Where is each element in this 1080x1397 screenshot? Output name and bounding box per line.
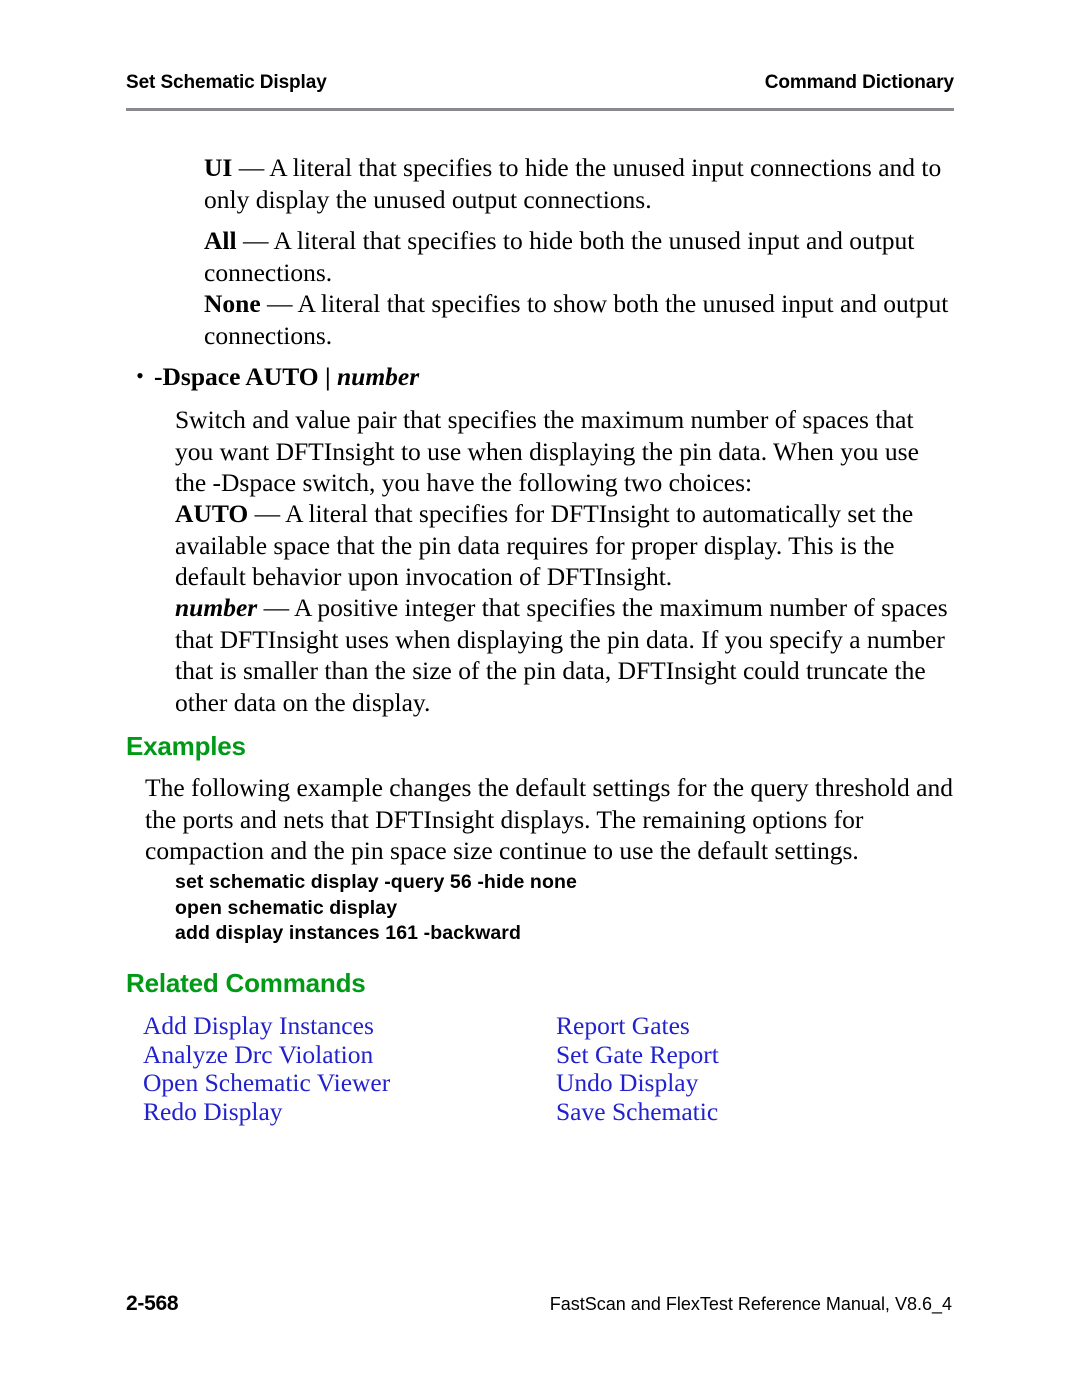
page-footer: 2-568 FastScan and FlexTest Reference Ma… — [126, 1292, 954, 1316]
footer-manual-title: FastScan and FlexTest Reference Manual, … — [549, 1294, 952, 1314]
footer-page-number: 2-568 — [126, 1292, 179, 1315]
link-open-schematic-viewer[interactable]: Open Schematic Viewer — [143, 1068, 556, 1098]
choice-dash-auto: — — [248, 499, 286, 528]
link-save-schematic[interactable]: Save Schematic — [556, 1097, 843, 1127]
header-left-title: Set Schematic Display — [126, 72, 327, 93]
section-heading-examples: Examples — [126, 731, 246, 761]
section-heading-related-commands: Related Commands — [126, 968, 366, 998]
literal-dash-none: — — [260, 289, 298, 318]
document-page: Set Schematic Display Command Dictionary… — [0, 0, 1080, 1397]
choice-dash-number: — — [257, 593, 295, 622]
header-divider-rule — [126, 108, 954, 111]
choice-term-number: number — [175, 593, 258, 622]
link-set-gate-report[interactable]: Set Gate Report — [556, 1040, 843, 1070]
bullet-item-dspace: • -Dspace AUTO | number — [126, 360, 956, 393]
literal-dash-all: — — [236, 226, 274, 255]
literal-paragraph-ui: UI — A literal that specifies to hide th… — [204, 152, 956, 215]
literal-text-ui: A literal that specifies to hide the unu… — [204, 153, 942, 214]
code-line: set schematic display -query 56 -hide no… — [175, 871, 577, 893]
related-commands-row: Open Schematic Viewer Undo Display — [143, 1068, 843, 1098]
literal-text-all: A literal that specifies to hide both th… — [204, 226, 915, 287]
related-commands-row: Analyze Drc Violation Set Gate Report — [143, 1040, 843, 1070]
examples-paragraph: The following example changes the defaul… — [145, 773, 953, 865]
literal-term-all: All — [204, 226, 237, 255]
bullet-dot-icon: • — [136, 363, 144, 388]
running-header: Set Schematic Display Command Dictionary — [126, 72, 954, 94]
link-analyze-drc-violation[interactable]: Analyze Drc Violation — [143, 1040, 556, 1070]
literal-term-none: None — [204, 289, 261, 318]
choice-term-auto: AUTO — [175, 499, 249, 528]
link-add-display-instances[interactable]: Add Display Instances — [143, 1011, 556, 1041]
code-line: add display instances 161 -backward — [175, 922, 521, 944]
link-undo-display[interactable]: Undo Display — [556, 1068, 843, 1098]
bullet-value-label: number — [336, 362, 420, 391]
choice-paragraph-number: number — A positive integer that specifi… — [175, 592, 956, 718]
literal-term-ui: UI — [204, 153, 233, 182]
bullet-switch-label: -Dspace AUTO | — [154, 362, 337, 391]
related-commands-row: Redo Display Save Schematic — [143, 1097, 843, 1127]
literal-text-none: A literal that specifies to show both th… — [204, 289, 949, 350]
related-commands-row: Add Display Instances Report Gates — [143, 1011, 843, 1041]
choice-paragraph-auto: AUTO — A literal that specifies for DFTI… — [175, 498, 956, 593]
literal-dash-ui: — — [232, 153, 270, 182]
code-line: open schematic display — [175, 896, 398, 919]
link-report-gates[interactable]: Report Gates — [556, 1011, 843, 1041]
dspace-description-paragraph: Switch and value pair that specifies the… — [175, 405, 919, 497]
link-redo-display[interactable]: Redo Display — [143, 1097, 556, 1127]
choice-text-auto: A literal that specifies for DFTInsight … — [175, 499, 914, 591]
literal-paragraph-none: None — A literal that specifies to show … — [204, 288, 956, 351]
related-commands-list: Add Display Instances Report Gates Analy… — [143, 1011, 843, 1127]
literal-paragraph-all: All — A literal that specifies to hide b… — [204, 225, 956, 288]
example-code-block: set schematic display -query 56 -hide no… — [175, 870, 875, 947]
header-right-title: Command Dictionary — [764, 72, 954, 93]
